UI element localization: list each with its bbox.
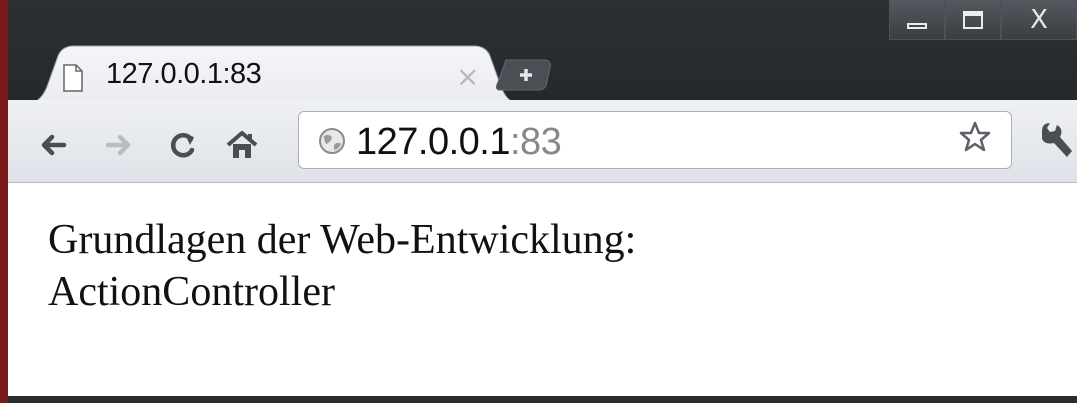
heading-line-2: ActionController xyxy=(48,269,335,315)
globe-icon xyxy=(319,128,345,154)
tab-close-button[interactable]: × xyxy=(456,60,479,93)
browser-window: X 127.0.0.1:83 × 127.0.0.1:83 Grundlagen… xyxy=(8,0,1077,403)
window-bottom-border xyxy=(8,396,1077,403)
tab-title: 127.0.0.1:83 xyxy=(106,58,262,90)
url-host: 127.0.0.1 xyxy=(356,121,510,163)
window-controls: X xyxy=(889,0,1077,42)
maximize-icon xyxy=(963,10,983,29)
maximize-button[interactable] xyxy=(945,0,1001,40)
reload-button[interactable] xyxy=(168,129,198,161)
page-icon xyxy=(63,64,83,92)
tab[interactable] xyxy=(28,44,518,104)
url-text[interactable]: 127.0.0.1:83 xyxy=(356,121,562,164)
heading-line-1: Grundlagen der Web-Entwicklung: xyxy=(48,217,637,263)
url-port: :83 xyxy=(509,121,562,163)
forward-button[interactable] xyxy=(104,132,134,158)
minimize-button[interactable] xyxy=(889,0,945,40)
wrench-icon[interactable] xyxy=(1036,121,1072,159)
back-button[interactable] xyxy=(38,132,68,158)
page-heading: Grundlagen der Web-Entwicklung: ActionCo… xyxy=(48,214,636,318)
minimize-icon xyxy=(907,22,927,29)
new-tab-button[interactable] xyxy=(496,58,556,92)
star-icon[interactable] xyxy=(958,120,992,154)
close-window-button[interactable]: X xyxy=(1001,0,1077,40)
home-button[interactable] xyxy=(226,130,258,160)
